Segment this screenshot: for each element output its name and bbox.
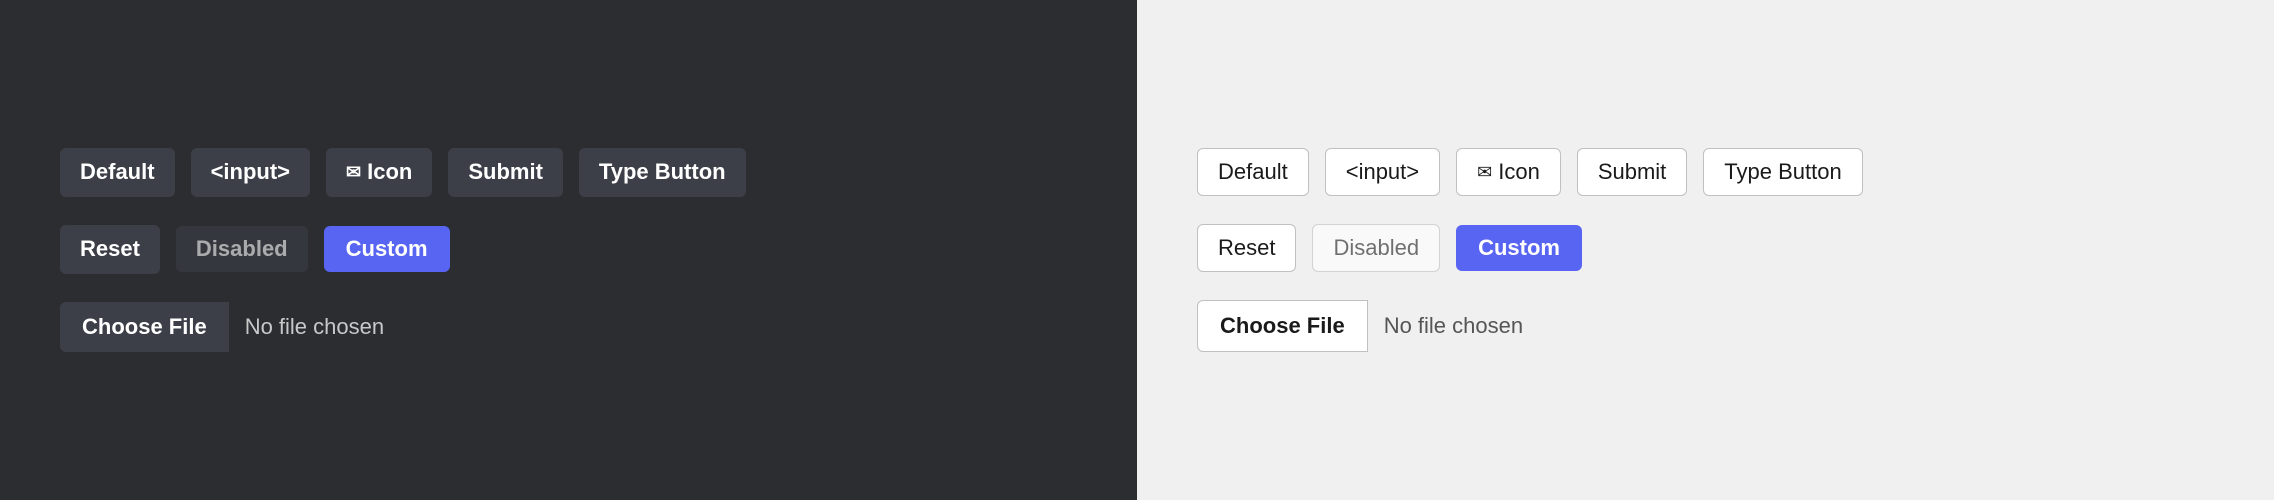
light-icon-button[interactable]: ✉Icon xyxy=(1456,148,1561,196)
dark-submit-button[interactable]: Submit xyxy=(448,148,563,197)
light-row-1: Default <input> ✉Icon Submit Type Button xyxy=(1197,148,1863,196)
light-panel: Default <input> ✉Icon Submit Type Button… xyxy=(1137,0,2274,500)
dark-default-button[interactable]: Default xyxy=(60,148,175,197)
dark-reset-button[interactable]: Reset xyxy=(60,225,160,274)
dark-disabled-button: Disabled xyxy=(176,226,308,272)
dark-input-button[interactable]: <input> xyxy=(191,148,310,197)
light-choose-file-button[interactable]: Choose File xyxy=(1197,300,1368,352)
envelope-icon: ✉ xyxy=(346,161,361,184)
light-file-input-row: Choose File No file chosen xyxy=(1197,300,1539,352)
dark-choose-file-button[interactable]: Choose File xyxy=(60,302,229,352)
light-no-file-label: No file chosen xyxy=(1368,301,1539,351)
envelope-icon-light: ✉ xyxy=(1477,162,1492,183)
light-custom-button[interactable]: Custom xyxy=(1456,225,1582,271)
dark-type-button[interactable]: Type Button xyxy=(579,148,746,197)
light-reset-button[interactable]: Reset xyxy=(1197,224,1296,272)
light-type-button[interactable]: Type Button xyxy=(1703,148,1862,196)
light-disabled-button: Disabled xyxy=(1312,224,1440,272)
light-row-2: Reset Disabled Custom xyxy=(1197,224,1582,272)
dark-icon-button[interactable]: ✉Icon xyxy=(326,148,432,197)
light-default-button[interactable]: Default xyxy=(1197,148,1309,196)
light-submit-button[interactable]: Submit xyxy=(1577,148,1687,196)
dark-row-1: Default <input> ✉Icon Submit Type Button xyxy=(60,148,746,197)
dark-no-file-label: No file chosen xyxy=(229,302,400,352)
dark-panel: Default <input> ✉Icon Submit Type Button… xyxy=(0,0,1137,500)
dark-file-input-row: Choose File No file chosen xyxy=(60,302,400,352)
dark-custom-button[interactable]: Custom xyxy=(324,226,450,272)
dark-row-2: Reset Disabled Custom xyxy=(60,225,450,274)
light-input-button[interactable]: <input> xyxy=(1325,148,1440,196)
